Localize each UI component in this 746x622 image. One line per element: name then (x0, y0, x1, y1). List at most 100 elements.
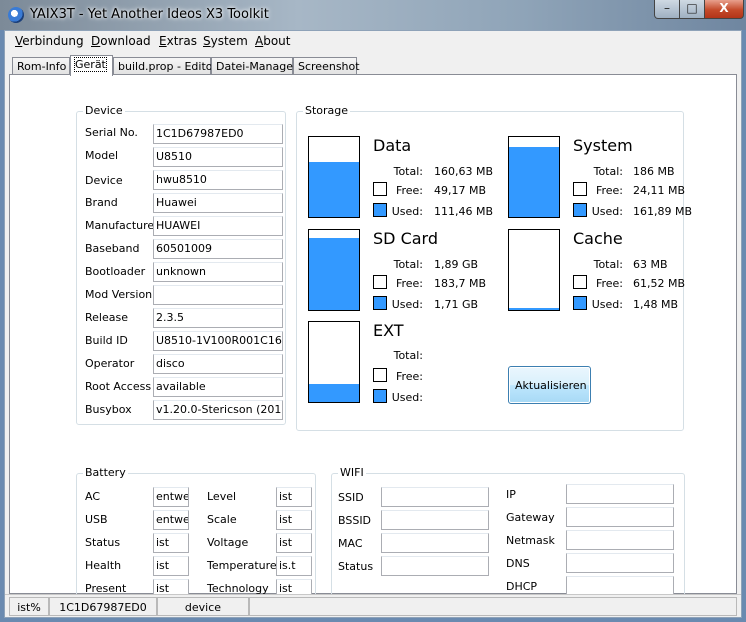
ac-field[interactable]: entweder (153, 487, 189, 507)
data-storage-title: Data (373, 136, 412, 155)
ssid-field[interactable] (381, 487, 489, 507)
device-field[interactable]: hwu8510 (153, 170, 283, 190)
sdcard-usage-fill (309, 238, 359, 310)
menu-about[interactable]: About (255, 34, 291, 48)
wifi-label-ip: IP (506, 488, 516, 501)
ext-free-label: Free: (395, 370, 423, 383)
level-field[interactable]: ist (276, 487, 312, 507)
gateway-field[interactable] (566, 507, 674, 527)
data-free-label: Free: (395, 184, 423, 197)
device-label-bootloader: Bootloader (85, 265, 146, 278)
ext-used-label: Used: (391, 391, 423, 404)
tab-label: Gerät (74, 57, 107, 72)
data-used-value: 111,46 MB (434, 205, 494, 218)
system-storage-title: System (573, 136, 633, 155)
menu-extras[interactable]: Extras (159, 34, 197, 48)
menu-verbindung[interactable]: Verbindung (15, 34, 84, 48)
device-label-serial: Serial No. (85, 126, 138, 139)
cache-free-label: Free: (595, 277, 623, 290)
close-button[interactable]: X (704, 0, 744, 19)
operator-field[interactable]: disco (153, 354, 283, 374)
maximize-button[interactable]: □ (679, 0, 705, 19)
device-label-brand: Brand (85, 196, 118, 209)
release-field[interactable]: 2.3.5 (153, 308, 283, 328)
root-access-field[interactable]: available (153, 377, 283, 397)
cache-usage-gauge (508, 229, 560, 311)
tab-screenshot[interactable]: Screenshot (293, 57, 360, 75)
cache-storage-title: Cache (573, 229, 623, 248)
sdcard-total-value: 1,89 GB (434, 258, 479, 271)
cache-used-label: Used: (591, 298, 623, 311)
battery-status-field[interactable]: ist (153, 533, 189, 553)
wifi-label-mac: MAC (338, 537, 363, 550)
health-field[interactable]: ist (153, 556, 189, 576)
system-total-value: 186 MB (633, 165, 675, 178)
brand-field[interactable]: Huawei (153, 193, 283, 213)
sdcard-used-value: 1,71 GB (434, 298, 479, 311)
ext-usage-gauge (308, 321, 360, 403)
model-field[interactable]: U8510 (153, 147, 283, 167)
minimize-button[interactable]: – (654, 0, 680, 19)
system-total-label: Total: (593, 165, 623, 178)
status-empty-panel (249, 597, 737, 616)
device-label-build-id: Build ID (85, 334, 128, 347)
system-used-label: Used: (591, 205, 623, 218)
ext-storage-title: EXT (373, 321, 404, 340)
wifi-label-netmask: Netmask (506, 534, 555, 547)
battery-label-ac: AC (85, 490, 101, 503)
cache-usage-fill (509, 307, 559, 310)
menu-system[interactable]: System (203, 34, 248, 48)
device-label-device: Device (85, 174, 123, 187)
menu-download[interactable]: Download (91, 34, 151, 48)
mac-field[interactable] (381, 533, 489, 553)
client-area: Verbindung Download Extras System About … (4, 30, 742, 618)
data-total-label: Total: (393, 165, 423, 178)
sdcard-free-label: Free: (395, 277, 423, 290)
data-free-value: 49,17 MB (434, 184, 487, 197)
battery-label-scale: Scale (207, 513, 237, 526)
mod-version-field[interactable] (153, 285, 283, 305)
wifi-label-ssid: SSID (338, 491, 364, 504)
voltage-field[interactable]: ist (276, 533, 312, 553)
netmask-field[interactable] (566, 530, 674, 550)
storage-group: Storage Data Total: 160,63 MB Free: 49,1… (296, 104, 692, 431)
battery-label-level: Level (207, 490, 237, 503)
ip-field[interactable] (566, 484, 674, 504)
battery-label-health: Health (85, 559, 122, 572)
usb-field[interactable]: entweder (153, 510, 189, 530)
app-icon (8, 7, 24, 23)
tab-build-prop-editor[interactable]: build.prop - Editor (113, 57, 217, 75)
scale-field[interactable]: ist (276, 510, 312, 530)
tab-label: Datei-Manager (216, 60, 298, 73)
device-group-title: Device (83, 104, 125, 117)
busybox-field[interactable]: v1.20.0-Stericson (201 (153, 400, 283, 420)
wifi-status-field[interactable] (381, 556, 489, 576)
tab-datei-manager[interactable]: Datei-Manager (211, 57, 298, 75)
serial-field[interactable]: 1C1D67987ED0 (153, 124, 283, 144)
data-usage-fill (309, 161, 359, 217)
data-usage-gauge (308, 136, 360, 218)
build-id-field[interactable]: U8510-1V100R001C169B8 (153, 331, 283, 351)
tab-geraet[interactable]: Gerät (70, 55, 113, 76)
cache-used-value: 1,48 MB (633, 298, 679, 311)
baseband-field[interactable]: 60501009 (153, 239, 283, 259)
dns-field[interactable] (566, 553, 674, 573)
system-usage-gauge (508, 136, 560, 218)
temperature-field[interactable]: is.t (276, 556, 312, 576)
status-serial: 1C1D67987ED0 (49, 597, 157, 616)
device-group: Device Serial No. 1C1D67987ED0 Model U85… (76, 104, 286, 425)
wifi-group-title: WIFI (338, 466, 366, 479)
aktualisieren-button[interactable]: Aktualisieren (508, 366, 591, 404)
ext-total-label: Total: (393, 349, 423, 362)
bssid-field[interactable] (381, 510, 489, 530)
device-label-operator: Operator (85, 357, 135, 370)
manufacturer-field[interactable]: HUAWEI (153, 216, 283, 236)
tab-rom-info[interactable]: Rom-Info (12, 57, 70, 75)
tab-label: Screenshot (298, 60, 360, 73)
bootloader-field[interactable]: unknown (153, 262, 283, 282)
wifi-label-status: Status (338, 560, 374, 573)
storage-group-title: Storage (303, 104, 351, 117)
dhcp-field[interactable] (566, 576, 674, 596)
device-label-root-access: Root Access (85, 380, 152, 393)
title-bar[interactable]: YAIX3T - Yet Another Ideos X3 Toolkit – … (0, 0, 746, 30)
